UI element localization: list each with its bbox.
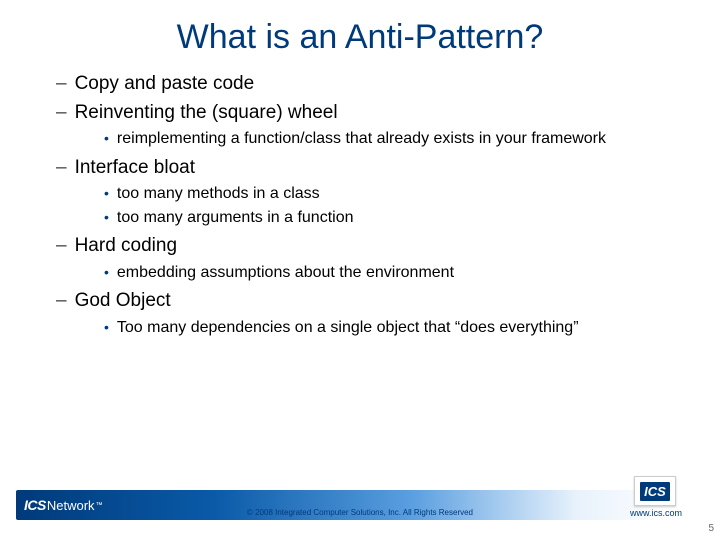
logo-right-text: ICS [640, 482, 670, 501]
item-text: Copy and paste code [75, 71, 255, 98]
slide-title: What is an Anti-Pattern? [40, 18, 680, 57]
footer-url: www.ics.com [630, 508, 682, 518]
sublist: • too many methods in a class • too many… [56, 183, 680, 229]
list-item: – God Object [56, 288, 680, 315]
logo-right: ICS [634, 476, 676, 506]
sub-text: too many arguments in a function [117, 207, 354, 229]
bullet-icon: • [104, 207, 109, 228]
content-list: – Copy and paste code – Reinventing the … [40, 71, 680, 339]
bullet-icon: • [104, 317, 109, 338]
item-text: Reinventing the (square) wheel [75, 100, 338, 127]
list-item: – Interface bloat [56, 155, 680, 182]
sub-item: • Too many dependencies on a single obje… [104, 317, 680, 339]
dash-icon: – [56, 71, 67, 98]
dash-icon: – [56, 100, 67, 127]
footer: ICS Network ™ © 2008 Integrated Computer… [0, 482, 720, 520]
bullet-icon: • [104, 262, 109, 283]
item-text: Interface bloat [75, 155, 195, 182]
copyright: © 2008 Integrated Computer Solutions, In… [0, 508, 720, 517]
sub-item: • reimplementing a function/class that a… [104, 128, 680, 150]
item-text: Hard coding [75, 233, 177, 260]
item-text: God Object [75, 288, 171, 315]
sub-item: • too many methods in a class [104, 183, 680, 205]
sub-text: embedding assumptions about the environm… [117, 262, 454, 284]
list-item: – Copy and paste code [56, 71, 680, 98]
sublist: • embedding assumptions about the enviro… [56, 262, 680, 284]
sub-item: • embedding assumptions about the enviro… [104, 262, 680, 284]
slide: What is an Anti-Pattern? – Copy and past… [0, 0, 720, 540]
dash-icon: – [56, 288, 67, 315]
sublist: • Too many dependencies on a single obje… [56, 317, 680, 339]
bullet-icon: • [104, 183, 109, 204]
sub-text: too many methods in a class [117, 183, 320, 205]
page-number: 5 [708, 523, 714, 534]
bullet-icon: • [104, 128, 109, 149]
sub-item: • too many arguments in a function [104, 207, 680, 229]
sub-text: reimplementing a function/class that alr… [117, 128, 606, 150]
dash-icon: – [56, 155, 67, 182]
list-item: – Reinventing the (square) wheel [56, 100, 680, 127]
sublist: • reimplementing a function/class that a… [56, 128, 680, 150]
list-item: – Hard coding [56, 233, 680, 260]
dash-icon: – [56, 233, 67, 260]
sub-text: Too many dependencies on a single object… [117, 317, 579, 339]
